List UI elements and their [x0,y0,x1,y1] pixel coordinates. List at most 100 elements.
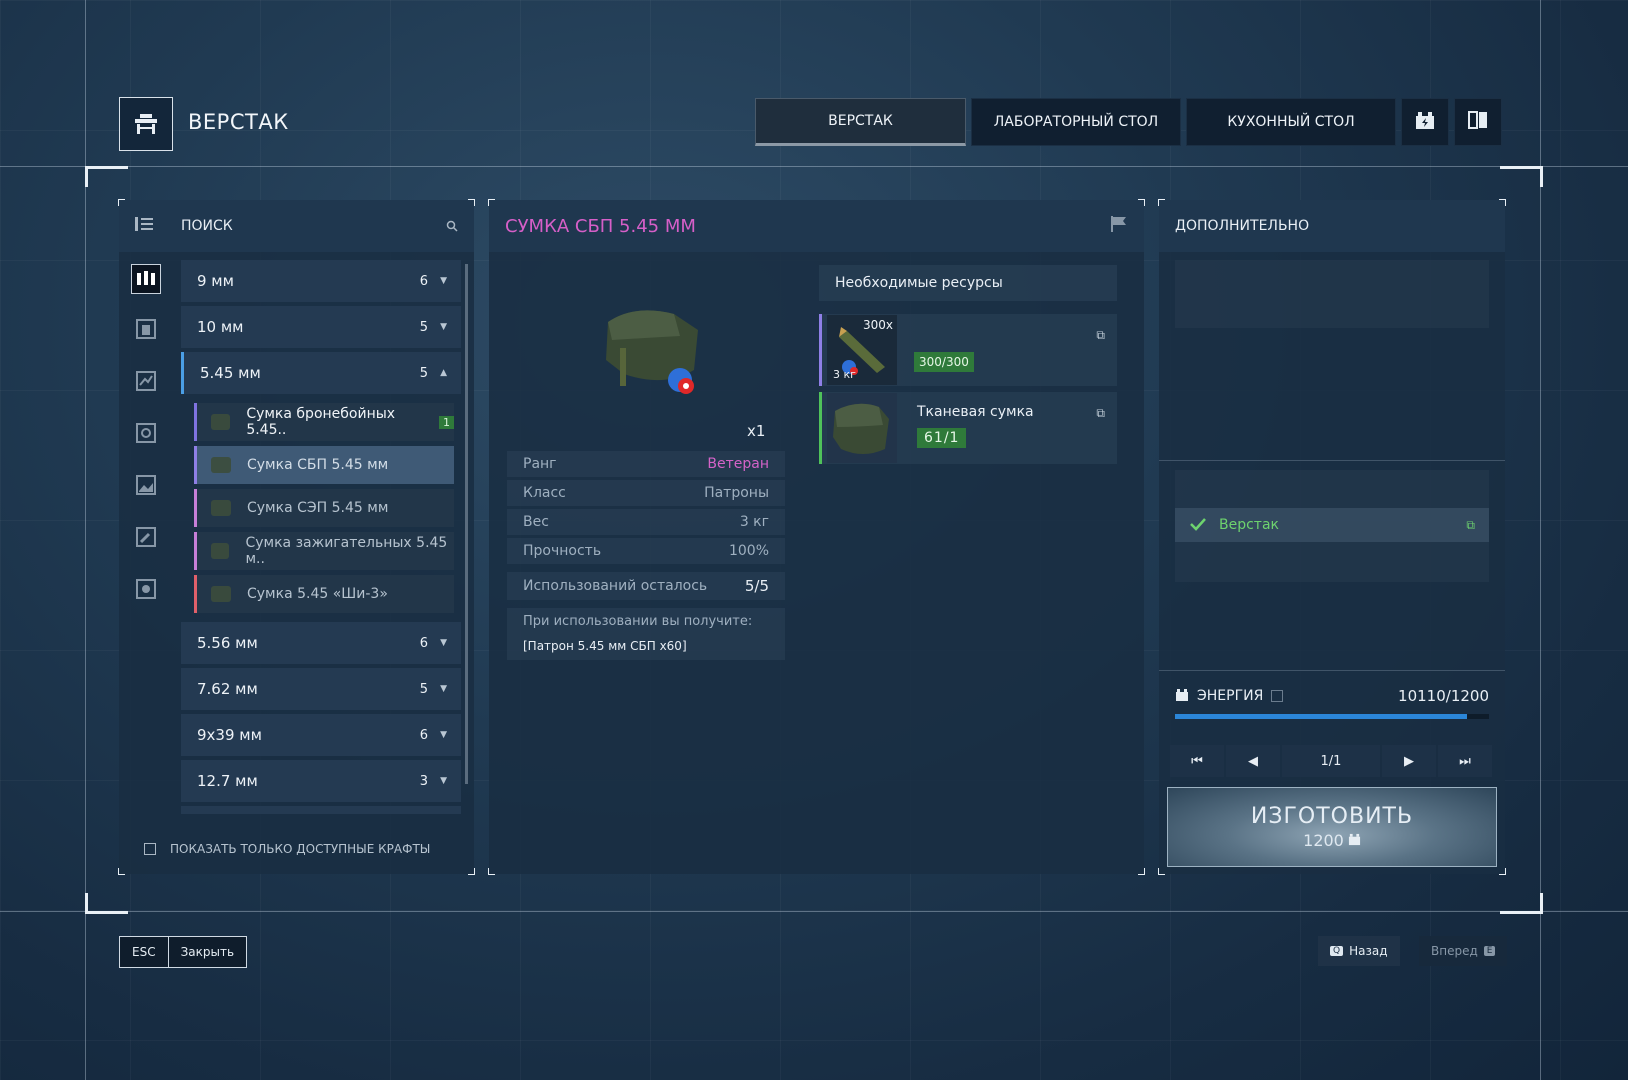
triangle-right-icon: ▶ [1404,753,1414,769]
item-thumb [211,457,231,473]
energy-row: ЭНЕРГИЯ 10110/1200 [1175,684,1489,708]
panel-corner [1138,868,1145,875]
recipe-list-panel: ПОИСК 9 мм 6 ▼ 10 мм 5 ▼ 5.45 мм 5 ▲ Сум… [118,199,475,875]
forward-button[interactable]: Вперед E [1419,936,1508,966]
detail-header: СУМКА СБП 5.45 ММ [489,200,1144,252]
craft-button[interactable]: ИЗГОТОВИТЬ 1200 [1167,787,1497,867]
energy-bar-fill [1175,714,1468,719]
workbench-icon [119,97,173,151]
back-label: Назад [1349,944,1388,958]
external-link-icon[interactable]: ⧉ [1466,518,1475,533]
tab-lab-table[interactable]: ЛАБОРАТОРНЫЙ СТОЛ [971,98,1181,146]
stat-value: Патроны [704,485,769,501]
usage-result-label: При использовании вы получите: [523,614,753,629]
page-title: ВЕРСТАК [188,110,289,134]
group-count: 5 [419,681,429,697]
last-page-button[interactable]: ⏭ [1438,745,1492,777]
close-button[interactable]: ESC Закрыть [119,936,248,968]
energy-box-button[interactable] [1401,98,1449,146]
group-545mm[interactable]: 5.45 мм 5 ▲ [181,352,461,394]
item-thumb [211,414,231,430]
resource-cloth-bag[interactable]: Тканевая сумка 61/1 ⧉ [819,392,1117,464]
map-icon [136,371,156,395]
group-9x39mm[interactable]: 9x39 мм 6 ▼ [181,714,461,756]
group-10mm[interactable]: 10 мм 5 ▼ [181,306,461,348]
ammo-icon [135,267,157,291]
frame-corner [1500,166,1543,187]
category-armor[interactable] [131,316,161,346]
checkbox[interactable] [144,843,156,855]
energy-value: 10110/1200 [1398,687,1489,705]
next-page-button[interactable]: ▶ [1382,745,1436,777]
double-chevron-right-icon: ⏭ [1459,753,1471,769]
frame-corner [85,166,128,187]
category-image[interactable] [131,472,161,502]
prev-page-button[interactable]: ◀ [1226,745,1280,777]
external-link-icon[interactable]: ⧉ [1096,406,1105,421]
item-image [594,300,714,410]
tab-workbench[interactable]: ВЕРСТАК [755,98,966,146]
external-link-icon[interactable]: ⧉ [1096,328,1105,343]
resource-thumb: 300x 3 кг [827,315,897,385]
panel-corner [468,199,475,206]
item-label: Сумка СБП 5.45 мм [247,457,389,473]
search-input[interactable]: ПОИСК [181,218,446,234]
chevron-down-icon: ▼ [440,730,447,740]
resources-title: Необходимые ресурсы [835,275,1003,291]
category-map[interactable] [131,368,161,398]
search-icon[interactable] [446,217,458,236]
stat-value: 5/5 [744,577,769,595]
list-item[interactable]: Сумка 5.45 «Ши-3» [194,575,454,613]
stat-label: Класс [523,485,566,501]
key-e: E [1483,946,1496,956]
image-icon [136,475,156,499]
resource-thumb [827,393,897,463]
sort-list-icon[interactable] [135,216,155,236]
resource-ammo[interactable]: 300x 3 кг 300/300 ⧉ [819,314,1117,386]
category-gear[interactable] [131,420,161,450]
list-item-selected[interactable]: Сумка СБП 5.45 мм [194,446,454,484]
list-item[interactable]: Сумка бронебойных 5.45.. 1 [194,403,454,441]
category-tools[interactable] [131,524,161,554]
list-item[interactable]: Сумка СЭП 5.45 мм [194,489,454,527]
search-bar: ПОИСК [119,200,474,252]
armor-icon [136,319,156,343]
energy-label: ЭНЕРГИЯ [1197,688,1264,704]
group-9mm[interactable]: 9 мм 6 ▼ [181,260,461,302]
group-label: 9x39 мм [197,726,262,744]
station-row[interactable]: Верстак ⧉ [1175,508,1489,542]
group-label: 12.7 мм [197,772,258,790]
book-icon [1466,108,1490,136]
category-ammo[interactable] [131,264,161,294]
count-badge: 1 [439,415,454,429]
first-page-button[interactable]: ⏮ [1170,745,1224,777]
group-127mm[interactable]: 12.7 мм 3 ▼ [181,760,461,802]
cog-icon [136,579,156,603]
group-count: 5 [419,365,429,381]
page-indicator: 1/1 [1282,745,1380,777]
list-scrollbar[interactable] [465,264,468,784]
group-count: 5 [419,319,429,335]
esc-key: ESC [120,937,169,967]
frame-line [0,911,1628,912]
info-icon[interactable] [1271,690,1284,702]
tab-kitchen-table[interactable]: КУХОННЫЙ СТОЛ [1186,98,1396,146]
available-only-filter[interactable]: ПОКАЗАТЬ ТОЛЬКО ДОСТУПНЫЕ КРАФТЫ [144,842,430,856]
chevron-down-icon: ▼ [440,638,447,648]
group-count: 6 [419,727,429,743]
back-button[interactable]: Q Назад [1318,936,1400,966]
stat-class: Класс Патроны [507,480,785,506]
group-762mm[interactable]: 7.62 мм 5 ▼ [181,668,461,710]
chevron-down-icon: ▼ [440,276,447,286]
flag-icon[interactable] [1110,215,1128,237]
panel-corner [1158,868,1165,875]
book-button[interactable] [1454,98,1502,146]
stat-rank: Ранг Ветеран [507,451,785,477]
group-556mm[interactable]: 5.56 мм 6 ▼ [181,622,461,664]
panel-corner [118,199,125,206]
category-parts[interactable] [131,576,161,606]
usage-result-box: При использовании вы получите: [Патрон 5… [507,608,785,660]
list-item[interactable]: Сумка зажигательных 5.45 м.. [194,532,454,570]
chevron-down-icon: ▼ [440,684,447,694]
chevron-down-icon: ▼ [440,776,447,786]
